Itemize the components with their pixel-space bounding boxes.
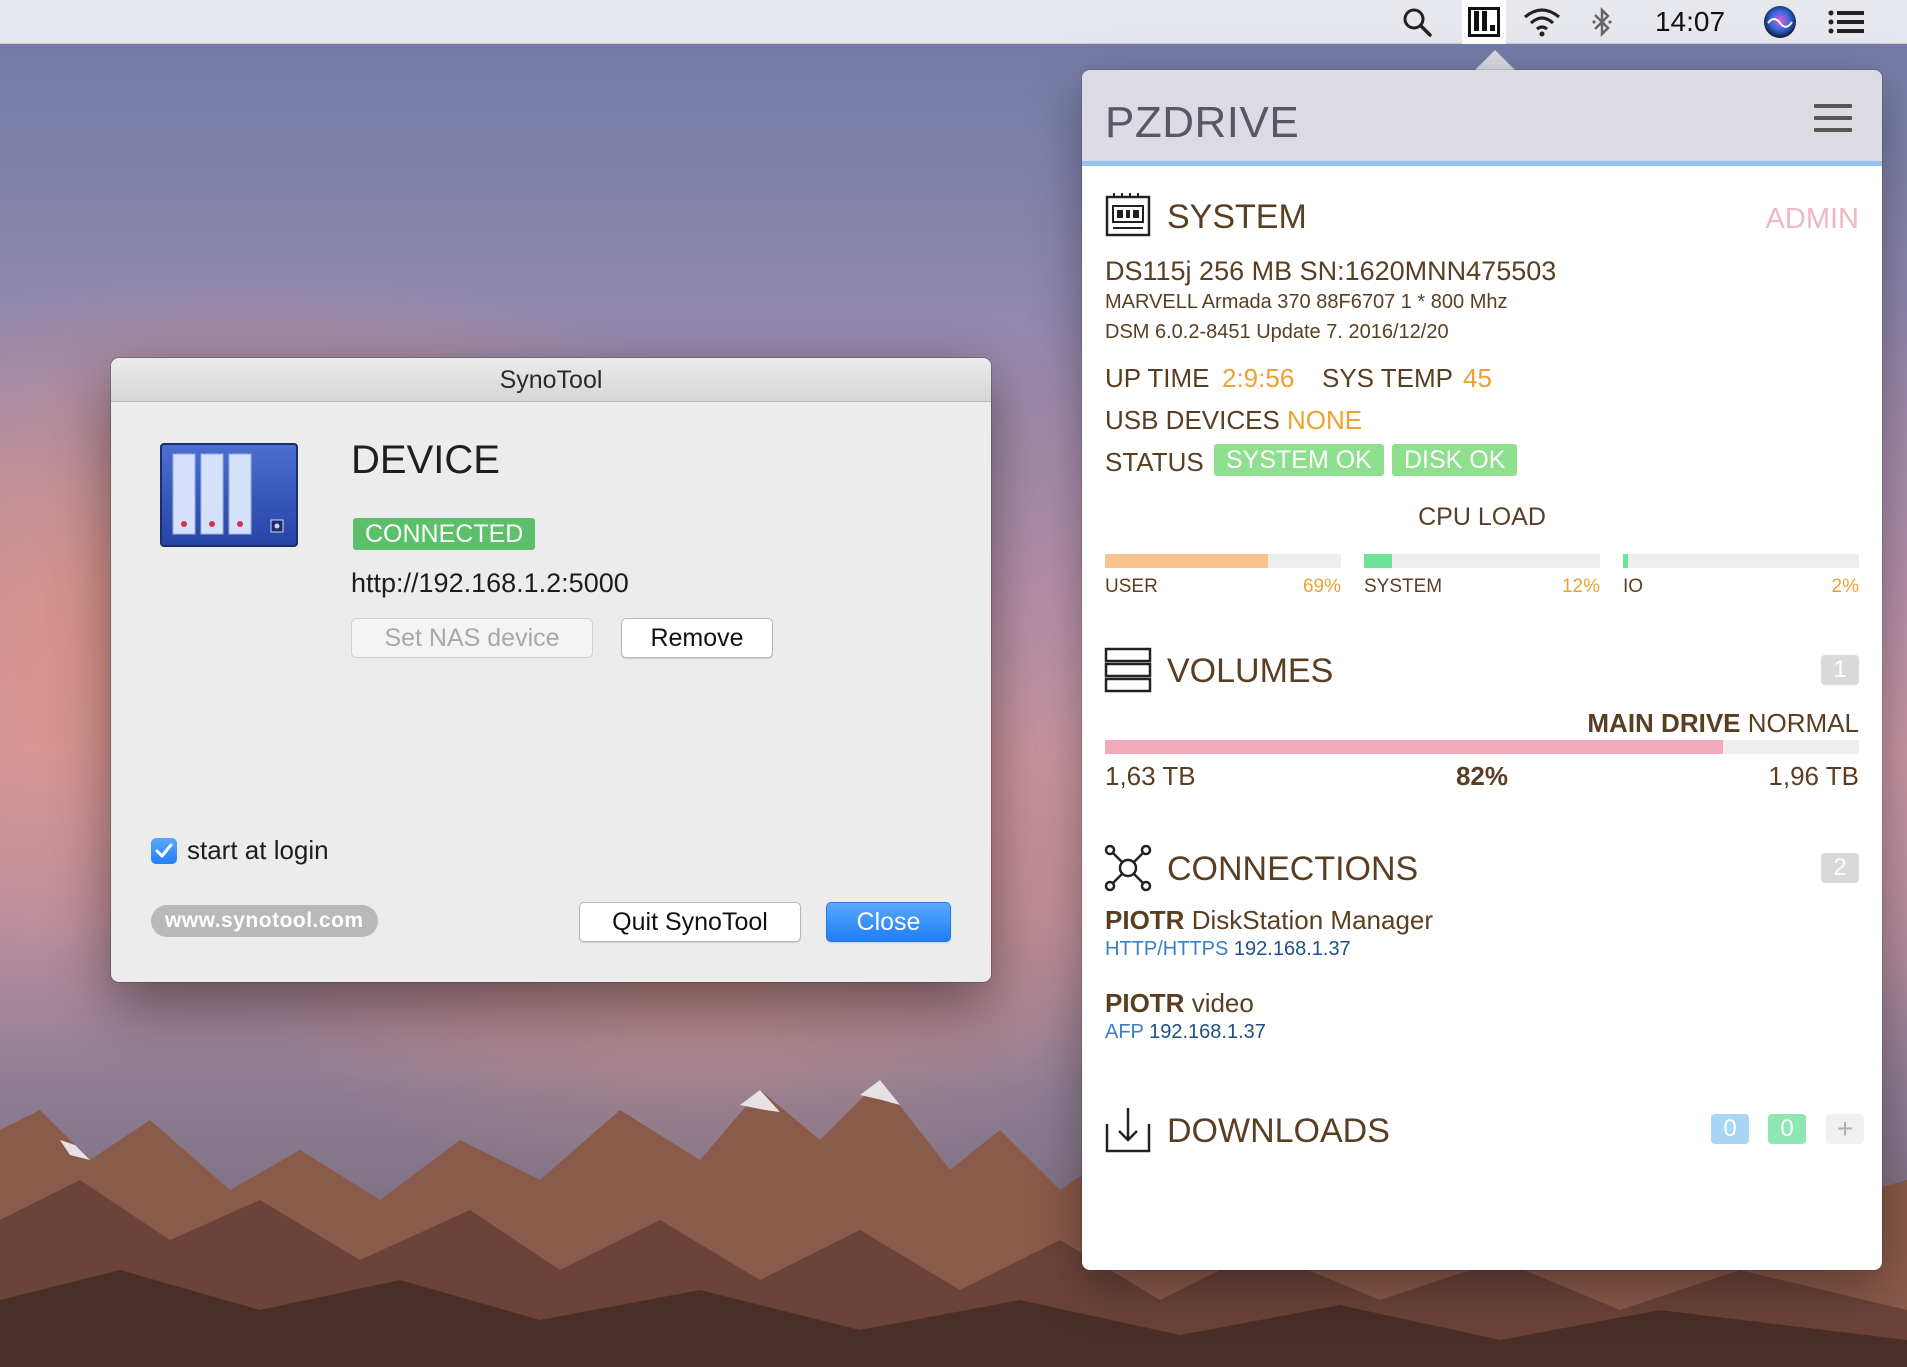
connection-app: video (1191, 988, 1254, 1018)
systemp-value: 45 (1463, 363, 1492, 393)
system-ok-badge: SYSTEM OK (1214, 444, 1384, 476)
connection-user: PIOTR (1105, 905, 1185, 935)
connections-network-icon (1104, 844, 1152, 892)
system-cpu-line: MARVELL Armada 370 88F6707 1 * 800 Mhz (1105, 291, 1508, 313)
cpu-io-label: IO (1623, 576, 1644, 597)
connection-ip: 192.168.1.37 (1149, 1021, 1266, 1043)
downloads-section-title: DOWNLOADS (1167, 1112, 1390, 1150)
system-dsm-line: DSM 6.0.2-8451 Update 7. 2016/12/20 (1105, 321, 1449, 343)
bluetooth-icon[interactable] (1582, 0, 1622, 44)
panel-title: PZDRIVE (1105, 98, 1300, 147)
volume-total: 1,96 TB (1768, 761, 1859, 791)
admin-link[interactable]: ADMIN (1766, 203, 1859, 236)
uptime-value: 2:9:56 (1222, 363, 1295, 393)
usb-devices-label: USB DEVICES (1105, 405, 1280, 435)
uptime-label: UP TIME (1105, 363, 1210, 393)
systemp-label: SYS TEMP (1322, 363, 1454, 393)
quit-synotool-button[interactable]: Quit SynoTool (579, 902, 801, 942)
panel-header: PZDRIVE (1082, 70, 1882, 166)
start-at-login-checkbox[interactable] (151, 838, 177, 864)
cpu-io-bar (1623, 554, 1859, 568)
downloads-done-badge: 0 (1768, 1114, 1806, 1144)
device-url: http://192.168.1.2:5000 (351, 568, 629, 598)
checkmark-icon (155, 843, 173, 858)
device-title: DEVICE (351, 438, 500, 482)
cpu-system-value: 12% (1561, 576, 1600, 597)
cpu-system-label: SYSTEM (1364, 576, 1443, 597)
system-board-icon (1105, 193, 1151, 237)
download-arrow-icon (1105, 1108, 1151, 1153)
volumes-stack-icon (1104, 647, 1152, 693)
downloads-active-badge: 0 (1711, 1114, 1749, 1144)
connections-count-badge: 2 (1821, 853, 1859, 883)
connection-ip: 192.168.1.37 (1233, 938, 1351, 960)
cpu-user-value: 69% (1302, 576, 1341, 597)
connection-item[interactable]: PIOTR video (1105, 988, 1254, 1019)
main-drive-label: MAIN DRIVE NORMAL (1587, 708, 1859, 739)
menu-bar: 14:07 (0, 0, 1907, 44)
start-at-login-label[interactable]: start at login (187, 835, 329, 866)
close-button[interactable]: Close (826, 902, 951, 942)
cpu-io-value: 2% (1831, 576, 1859, 597)
nas-device-icon (160, 443, 298, 547)
notification-list-icon[interactable] (1824, 0, 1868, 44)
synotool-window: SynoTool DEVICE CONNECTED http://192.168… (111, 358, 991, 982)
disk-ok-badge: DISK OK (1392, 444, 1518, 476)
volumes-count-badge: 1 (1821, 655, 1859, 685)
system-section-title: SYSTEM (1167, 198, 1307, 236)
volumes-section-title: VOLUMES (1167, 652, 1334, 690)
connection-user: PIOTR (1105, 988, 1185, 1018)
connection-detail: AFP 192.168.1.37 (1105, 1021, 1266, 1044)
usb-devices-value: NONE (1287, 405, 1363, 435)
website-link[interactable]: www.synotool.com (151, 905, 378, 937)
wifi-icon[interactable] (1520, 0, 1564, 44)
connections-section-title: CONNECTIONS (1167, 850, 1419, 888)
system-model-line: DS115j 256 MB SN:1620MNN475503 (1105, 256, 1557, 286)
siri-icon[interactable] (1758, 0, 1802, 44)
menubar-clock[interactable]: 14:07 (1645, 0, 1735, 44)
status-label: STATUS (1105, 447, 1204, 477)
connection-protocol: HTTP/HTTPS (1105, 938, 1229, 960)
cpu-user-label: USER (1105, 576, 1158, 597)
add-download-button[interactable]: + (1826, 1114, 1864, 1144)
remove-button[interactable]: Remove (621, 618, 773, 658)
window-title: SynoTool (111, 358, 991, 402)
cpu-user-bar (1105, 554, 1341, 568)
search-icon[interactable] (1395, 0, 1439, 44)
popover-arrow (1473, 50, 1517, 72)
drive-name: MAIN DRIVE (1587, 708, 1741, 738)
connection-protocol: AFP (1105, 1021, 1144, 1043)
pzdrive-panel: PZDRIVE SYSTEM ADMIN DS115j 256 MB SN:16… (1082, 70, 1882, 1270)
hamburger-menu-icon[interactable] (1814, 104, 1852, 132)
cpu-system-bar (1364, 554, 1600, 568)
volume-usage-bar (1105, 740, 1859, 754)
cpu-load-title: CPU LOAD (1418, 503, 1546, 531)
connection-item[interactable]: PIOTR DiskStation Manager (1105, 905, 1433, 936)
connection-app: DiskStation Manager (1191, 905, 1434, 935)
connection-detail: HTTP/HTTPS 192.168.1.37 (1105, 938, 1351, 961)
volume-percent: 82% (1455, 761, 1509, 791)
connected-status-badge: CONNECTED (353, 518, 536, 550)
set-nas-device-button[interactable]: Set NAS device (351, 618, 593, 658)
synotool-menubar-icon[interactable] (1462, 0, 1506, 44)
drive-status: NORMAL (1747, 708, 1859, 738)
